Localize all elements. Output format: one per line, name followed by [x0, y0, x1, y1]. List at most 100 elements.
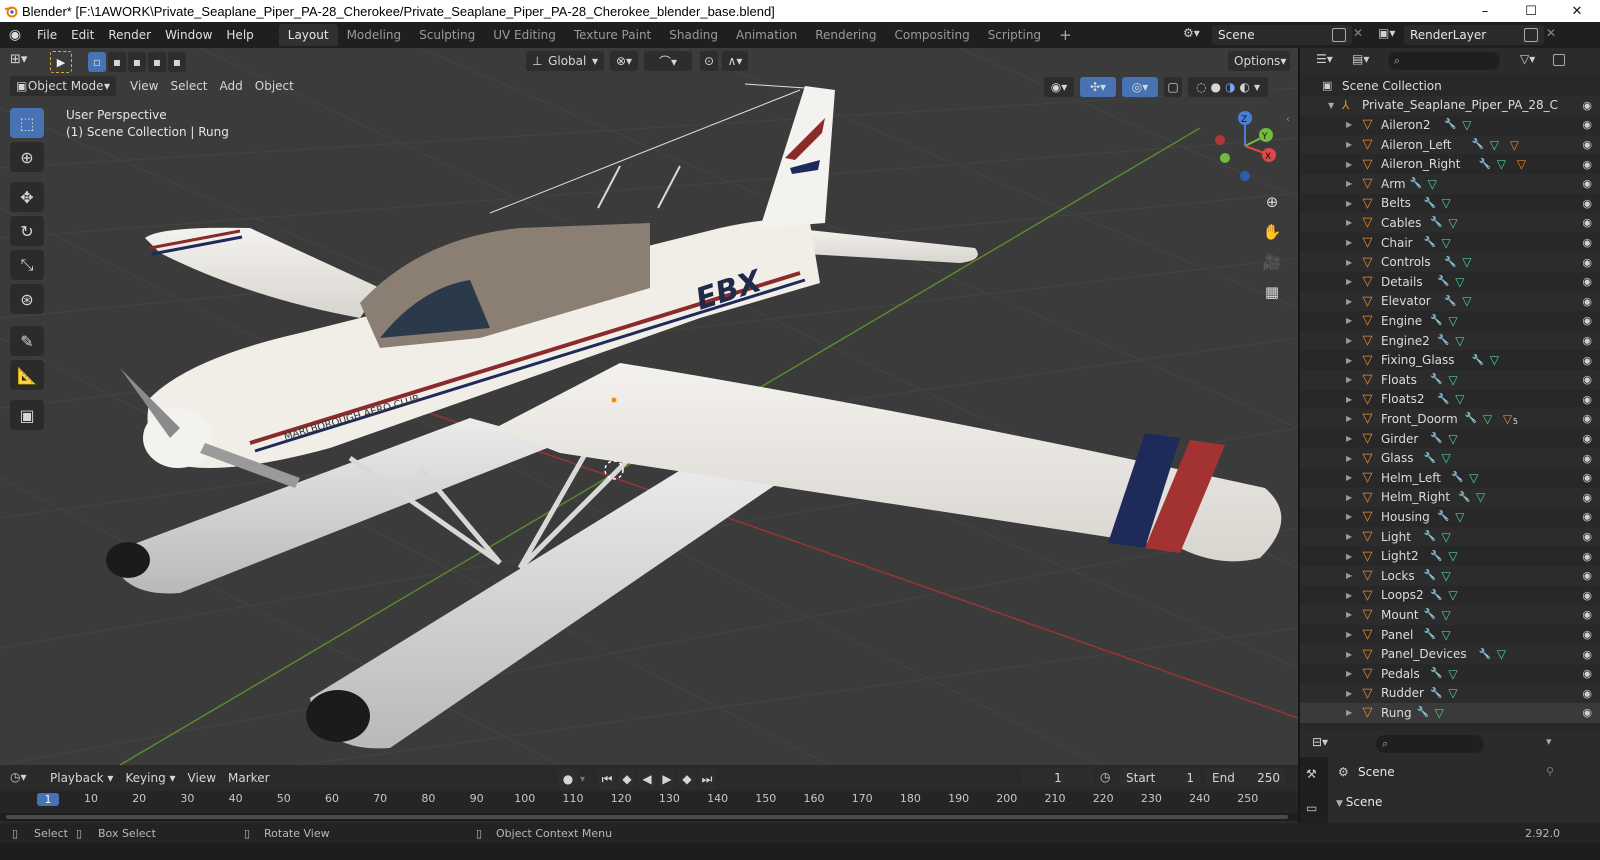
visibility-eye-icon[interactable]: ◉ [1582, 99, 1592, 112]
modifier-icon[interactable]: 🔧 [1437, 511, 1449, 522]
solid-shading-icon[interactable]: ● [1210, 80, 1220, 94]
visibility-eye-icon[interactable]: ◉ [1582, 118, 1592, 131]
jump-start-icon[interactable]: ⏮ [598, 769, 616, 789]
play-icon[interactable]: ▶ [658, 769, 676, 789]
mesh-data-icon[interactable]: ▽ [1462, 118, 1471, 132]
transform-tool-icon[interactable]: ⊛ [10, 284, 44, 314]
expand-arrow-icon[interactable]: ▶ [1346, 689, 1352, 698]
add-cube-tool-icon[interactable]: ▣ [10, 400, 44, 430]
menu-window[interactable]: Window [158, 28, 219, 42]
outliner-item[interactable]: ▶ ▽ Rudder 🔧 ▽ ◉ [1300, 683, 1600, 704]
expand-arrow-icon[interactable]: ▶ [1346, 179, 1352, 188]
falloff-dropdown[interactable]: ∧▾ [722, 51, 748, 71]
add-workspace-button[interactable]: + [1050, 22, 1081, 48]
outliner-item[interactable]: ▶ ▽ Floats2 🔧 ▽ ◉ [1300, 390, 1600, 410]
outliner-item[interactable]: ▶ ▽ Light2 🔧 ▽ ◉ [1300, 546, 1600, 566]
child-object-icon[interactable]: ▽ [1517, 157, 1526, 171]
tab-texture-paint[interactable]: Texture Paint [565, 24, 660, 46]
mesh-data-icon[interactable]: ▽ [1497, 647, 1506, 661]
menu-view-timeline[interactable]: View [182, 768, 222, 788]
proportional-editing-icon[interactable]: ⊙ [700, 51, 718, 71]
sidebar-toggle-icon[interactable]: ‹ [1286, 114, 1290, 125]
visibility-eye-icon[interactable]: ◉ [1582, 687, 1592, 700]
mesh-data-icon[interactable]: ▽ [1448, 588, 1457, 602]
expand-arrow-icon[interactable]: ▶ [1346, 238, 1352, 247]
visibility-eye-icon[interactable]: ◉ [1582, 177, 1592, 190]
visibility-eye-icon[interactable]: ◉ [1582, 314, 1592, 327]
expand-arrow-icon[interactable]: ▶ [1346, 414, 1352, 423]
expand-arrow-icon[interactable]: ▶ [1346, 473, 1352, 482]
modifier-icon[interactable]: 🔧 [1444, 296, 1456, 307]
modifier-icon[interactable]: 🔧 [1430, 315, 1442, 326]
select-invert-icon[interactable]: ▪ [148, 52, 166, 72]
visibility-eye-icon[interactable]: ◉ [1582, 373, 1592, 386]
current-frame-field[interactable]: 1 [1022, 768, 1094, 788]
new-scene-icon[interactable] [1332, 28, 1346, 42]
viewport-scene[interactable]: EBX MARLBOROUGH AERO CLUB [0, 48, 1298, 765]
expand-arrow-icon[interactable]: ▶ [1346, 454, 1352, 463]
mesh-data-icon[interactable]: ▽ [1455, 334, 1464, 348]
menu-keying[interactable]: Keying ▾ [119, 768, 181, 788]
expand-arrow-icon[interactable]: ▶ [1346, 218, 1352, 227]
render-layer-field[interactable]: RenderLayer [1404, 25, 1544, 45]
visibility-eye-icon[interactable]: ◉ [1582, 393, 1592, 406]
chevron-down-icon[interactable]: ▾ [1546, 735, 1552, 748]
options-dropdown[interactable]: Options ▾ [1228, 51, 1290, 71]
modifier-icon[interactable]: 🔧 [1451, 472, 1463, 483]
expand-arrow-icon[interactable]: ▶ [1346, 630, 1352, 639]
select-box-tool-icon[interactable]: ⬚ [10, 108, 44, 138]
mesh-data-icon[interactable]: ▽ [1448, 667, 1457, 681]
expand-arrow-icon[interactable]: ▶ [1346, 395, 1352, 404]
expand-arrow-icon[interactable]: ▶ [1346, 610, 1352, 619]
timeline-editor-icon[interactable]: ◷▾ [10, 770, 27, 784]
orientation-dropdown[interactable]: ⊥ Global ▾ [526, 51, 604, 71]
visibility-eye-icon[interactable]: ◉ [1582, 138, 1592, 151]
visibility-eye-icon[interactable]: ◉▾ [1044, 77, 1074, 97]
jump-end-icon[interactable]: ⏭ [698, 769, 716, 789]
outliner-item[interactable]: ▶ ▽ Cables 🔧 ▽ ◉ [1300, 213, 1600, 233]
visibility-eye-icon[interactable]: ◉ [1582, 295, 1592, 308]
annotate-tool-icon[interactable]: ✎ [10, 326, 44, 356]
menu-file[interactable]: File [30, 28, 64, 42]
modifier-icon[interactable]: 🔧 [1424, 609, 1436, 620]
mesh-data-icon[interactable]: ▽ [1448, 314, 1457, 328]
expand-arrow-icon[interactable]: ▶ [1346, 571, 1352, 580]
expand-arrow-icon[interactable]: ▶ [1346, 199, 1352, 208]
menu-object[interactable]: Object [249, 76, 300, 96]
outliner-item[interactable]: ▶ ▽ Aileron_Left 🔧 ▽ ▽ ◉ [1300, 134, 1600, 155]
new-collection-icon[interactable] [1553, 54, 1565, 66]
expand-arrow-icon[interactable]: ▶ [1346, 356, 1352, 365]
visibility-eye-icon[interactable]: ◉ [1582, 530, 1592, 543]
mesh-data-icon[interactable]: ▽ [1435, 706, 1444, 720]
record-icon[interactable]: ● [558, 769, 578, 789]
visibility-eye-icon[interactable]: ◉ [1582, 158, 1592, 171]
menu-help[interactable]: Help [219, 28, 260, 42]
modifier-icon[interactable]: 🔧 [1472, 355, 1484, 366]
modifier-icon[interactable]: 🔧 [1430, 668, 1442, 679]
tab-sculpting[interactable]: Sculpting [410, 24, 484, 46]
outliner-item[interactable]: ▶ ▽ Housing 🔧 ▽ ◉ [1300, 507, 1600, 527]
visibility-eye-icon[interactable]: ◉ [1582, 432, 1592, 445]
mesh-data-icon[interactable]: ▽ [1448, 686, 1457, 700]
outliner-item[interactable]: ▶ ▽ Panel 🔧 ▽ ◉ [1300, 625, 1600, 645]
mesh-data-icon[interactable]: ▽ [1455, 510, 1464, 524]
mesh-data-icon[interactable]: ▽ [1476, 490, 1485, 504]
visibility-eye-icon[interactable]: ◉ [1582, 236, 1592, 249]
modifier-icon[interactable]: 🔧 [1430, 590, 1442, 601]
outliner-search-field[interactable]: ⌕ [1388, 52, 1500, 70]
new-view-layer-icon[interactable] [1524, 28, 1538, 42]
chevron-down-icon[interactable]: ▾ [580, 774, 596, 785]
expand-arrow-icon[interactable]: ▶ [1346, 140, 1352, 149]
outliner-item[interactable]: ▶ ▽ Floats 🔧 ▽ ◉ [1300, 370, 1600, 390]
visibility-eye-icon[interactable]: ◉ [1582, 648, 1592, 661]
wireframe-shading-icon[interactable]: ◌ [1196, 80, 1206, 94]
filter-icon[interactable]: ▽▾ [1520, 52, 1535, 66]
next-keyframe-icon[interactable]: ◆ [678, 769, 696, 789]
outliner-item[interactable]: ▶ ▽ Pedals 🔧 ▽ ◉ [1300, 664, 1600, 684]
end-frame-field[interactable]: End 250 [1206, 768, 1286, 788]
child-object-icon[interactable]: ▽ [1503, 412, 1512, 426]
cursor-tool-icon[interactable]: ⊕ [10, 142, 44, 172]
expand-arrow-icon[interactable]: ▶ [1346, 512, 1352, 521]
modifier-icon[interactable]: 🔧 [1444, 119, 1456, 130]
prev-keyframe-icon[interactable]: ◆ [618, 769, 636, 789]
